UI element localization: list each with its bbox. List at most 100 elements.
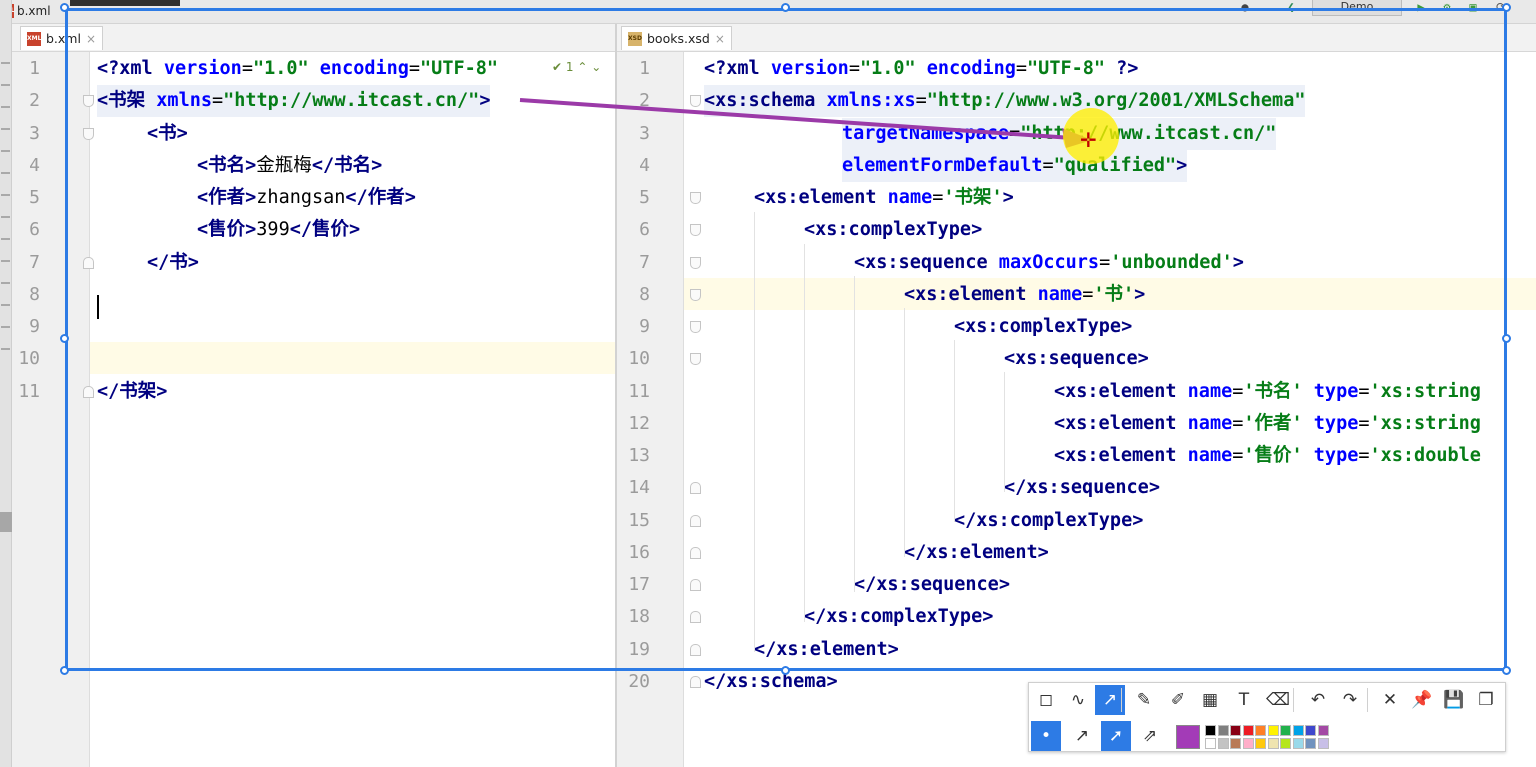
fold-marker-icon[interactable] [83,127,94,140]
save-icon[interactable]: 💾 [1439,685,1469,715]
color-swatch[interactable] [1205,725,1216,736]
code-line[interactable]: <书> [147,118,188,150]
fold-marker-icon[interactable] [690,675,701,688]
fold-marker-icon[interactable] [690,288,701,301]
code-line[interactable]: <书架 xmlns="http://www.itcast.cn/"> [97,85,491,118]
color-swatch[interactable] [1305,725,1316,736]
text-icon[interactable]: T [1229,685,1259,715]
tab-b-xml[interactable]: XML b.xml × [20,26,104,50]
close-icon[interactable]: ✕ [1375,685,1405,715]
run-config-select[interactable]: Demo [1312,0,1402,16]
pen-icon[interactable]: ✎ [1129,685,1159,715]
fold-marker-icon[interactable] [690,353,701,366]
color-swatch[interactable] [1217,725,1229,736]
fold-marker-icon[interactable] [83,95,94,108]
code-line[interactable]: </xs:sequence> [1004,472,1160,504]
code-line[interactable]: <?xml version="1.0" encoding="UTF-8" ?> [704,53,1138,85]
fold-marker-icon[interactable] [690,546,701,559]
resize-handle[interactable] [781,3,790,12]
color-swatch[interactable] [1267,737,1279,749]
color-swatch[interactable] [1305,737,1316,749]
project-panel-strip[interactable] [0,0,12,767]
code-line[interactable]: <xs:element name='书名' type='xs:string [1054,376,1481,408]
run-icon[interactable]: ▶ [1414,0,1428,14]
code-line[interactable]: <xs:element name='书架'> [754,182,1014,214]
color-swatch[interactable] [1255,725,1266,736]
debug-icon[interactable]: ⚙ [1440,0,1454,14]
marker-icon[interactable]: ✐ [1163,685,1193,715]
color-swatch[interactable] [1280,725,1291,736]
mosaic-icon[interactable]: ▦ [1195,685,1225,715]
code-line[interactable]: targetNamespace="http://www.itcast.cn/" [842,117,1277,150]
undo-icon[interactable]: ↶ [1303,685,1333,715]
color-swatch[interactable] [1255,737,1266,749]
color-swatch[interactable] [1267,725,1279,736]
fold-marker-icon[interactable] [83,256,94,269]
color-swatch[interactable] [1205,737,1216,749]
color-swatch[interactable] [1242,737,1254,749]
code-line[interactable]: </xs:element> [904,537,1049,569]
code-line[interactable]: </xs:schema> [704,666,838,698]
resize-handle[interactable] [60,334,69,343]
pin-icon[interactable]: 📌 [1407,685,1437,715]
color-swatch[interactable] [1317,725,1329,736]
freehand-icon[interactable]: ∿ [1063,685,1093,715]
code-line[interactable]: <xs:sequence> [1004,343,1149,375]
fold-marker-icon[interactable] [690,579,701,591]
color-swatch[interactable] [1230,725,1241,736]
resize-handle[interactable] [60,3,69,12]
color-swatch[interactable] [1292,737,1304,749]
fold-marker-icon[interactable] [690,482,701,495]
code-line[interactable]: <书名>金瓶梅</书名> [197,150,382,182]
close-tab-icon[interactable]: × [86,32,96,46]
fold-marker-icon[interactable] [690,95,701,108]
fold-marker-icon[interactable] [690,321,701,333]
code-line[interactable]: <xs:element name='作者' type='xs:string [1054,408,1481,440]
code-line[interactable]: </书架> [97,376,167,408]
coverage-icon[interactable]: ▣ [1466,0,1480,14]
resize-handle[interactable] [1502,3,1511,12]
color-swatch[interactable] [1230,737,1241,749]
left-editor[interactable]: ✔ 1 ⌃ ⌄ 1 <?xml version="1.0" encoding="U… [12,52,615,767]
code-line[interactable]: elementFormDefault="qualified"> [842,149,1188,182]
code-line[interactable]: <售价>399</售价> [197,214,360,246]
dot-size-icon[interactable]: • [1031,721,1061,751]
fold-marker-icon[interactable] [690,256,701,269]
selected-color-swatch[interactable] [1176,725,1200,749]
shape-tool-icon[interactable]: ◻ [1031,685,1061,715]
code-line[interactable]: <xs:element name='售价' type='xs:double [1054,440,1481,472]
redo-icon[interactable]: ↷ [1335,685,1365,715]
fold-marker-icon[interactable] [690,611,701,624]
outline-arrow-icon[interactable]: ⇗ [1135,721,1165,751]
color-swatch[interactable] [1280,737,1291,749]
code-line[interactable]: <xs:complexType> [804,214,982,246]
color-swatch[interactable] [1242,725,1254,736]
back-icon[interactable]: ❮ [1284,0,1298,14]
code-line[interactable]: </xs:sequence> [854,569,1010,601]
code-line[interactable]: </xs:complexType> [954,505,1143,537]
filled-arrow-icon[interactable]: ➚ [1101,721,1131,751]
fold-marker-icon[interactable] [690,514,701,527]
code-line[interactable]: <作者>zhangsan</作者> [197,182,416,214]
resize-handle[interactable] [781,666,790,675]
resize-handle[interactable] [60,666,69,675]
code-line[interactable]: <xs:schema xmlns:xs="http://www.w3.org/2… [704,85,1306,118]
inspection-hint[interactable]: ✔ 1 ⌃ ⌄ [552,60,601,74]
resize-handle[interactable] [1502,666,1511,675]
copy-icon[interactable]: ❐ [1471,685,1501,715]
code-line[interactable]: </xs:complexType> [804,601,993,633]
line-arrow-icon[interactable]: ↗ [1067,721,1097,751]
code-line[interactable]: <xs:sequence maxOccurs='unbounded'> [854,247,1244,279]
fold-marker-icon[interactable] [690,224,701,237]
code-line[interactable]: </书> [147,247,199,279]
tab-books-xsd[interactable]: XSD books.xsd × [621,26,732,50]
code-line[interactable]: <?xml version="1.0" encoding="UTF-8" [97,53,498,85]
code-line[interactable]: <xs:element name='书'> [904,279,1145,311]
fold-marker-icon[interactable] [690,643,701,656]
resize-handle[interactable] [1502,334,1511,343]
user-icon[interactable]: ● [1238,0,1252,14]
eraser-icon[interactable]: ⌫ [1263,685,1293,715]
color-swatch[interactable] [1317,737,1329,749]
color-swatch[interactable] [1292,725,1304,736]
code-line[interactable]: </xs:element> [754,634,899,666]
